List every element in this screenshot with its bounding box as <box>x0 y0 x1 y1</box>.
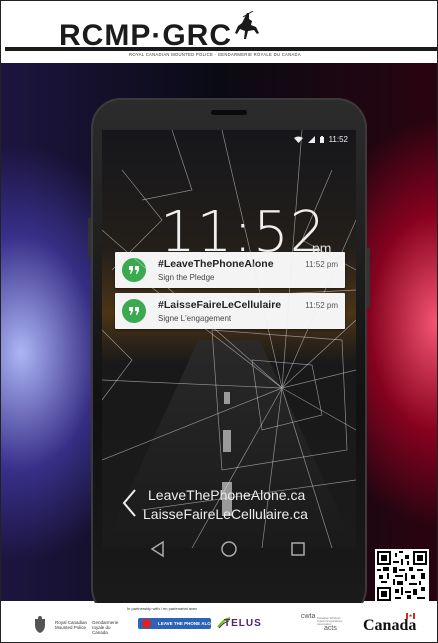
telus-logo: TELUS <box>224 618 262 629</box>
shattered-glass-overlay <box>102 130 356 548</box>
footer-partners: Royal Canadian Mounted Police Gendarmeri… <box>1 603 437 642</box>
ltpa-label: LEAVE THE PHONE ALONE <box>158 621 218 626</box>
rcmp-subtitle: ROYAL CANADIAN MOUNTED POLICE · GENDARME… <box>129 52 301 57</box>
android-nav-bar <box>102 528 356 572</box>
nav-home-icon[interactable] <box>218 538 240 560</box>
flag-icon <box>406 613 415 619</box>
header: RCMP·GRC ROYAL CANADIAN MOUNTED POLICE ·… <box>1 1 437 63</box>
leave-the-phone-alone-logo: LEAVE THE PHONE ALONE <box>138 618 217 629</box>
url-english[interactable]: LeaveThePhoneAlone.ca <box>148 487 305 503</box>
nav-recents-icon[interactable] <box>287 538 309 560</box>
url-french[interactable]: LaisseFaireLeCellulaire.ca <box>143 506 308 522</box>
canada-wordmark: Canada <box>363 617 417 634</box>
rcmp-name-english: Royal Canadian Mounted Police <box>55 620 88 630</box>
nav-back-icon[interactable] <box>147 538 169 560</box>
chevron-left-icon[interactable] <box>121 488 137 518</box>
partner-caption: In partnership with / en partenariat ave… <box>127 606 198 611</box>
poster: RCMP·GRC ROYAL CANADIAN MOUNTED POLICE ·… <box>0 0 438 643</box>
lock-screen: 11:52 11:52 pm #LeaveThePhoneAlone Sign … <box>102 130 356 548</box>
ltpa-icon <box>142 619 151 628</box>
rcmp-rider-icon <box>235 11 259 39</box>
smartphone: 11:52 11:52 pm #LeaveThePhoneAlone Sign … <box>88 98 370 618</box>
rcmp-name-french: Gendarmerie royale du Canada <box>92 620 119 635</box>
phone-speaker <box>211 110 247 115</box>
acts-logo: acts <box>324 625 337 632</box>
header-rule <box>5 47 437 51</box>
cwta-logo: cwta <box>301 613 316 620</box>
phone-volume-button <box>88 218 91 258</box>
canada-crest-icon <box>35 616 45 633</box>
qr-code[interactable] <box>375 549 429 603</box>
phone-power-button <box>367 248 370 308</box>
